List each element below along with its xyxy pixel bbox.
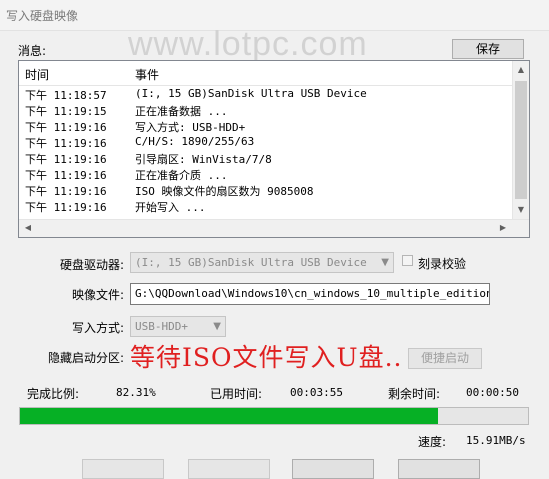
log-row-event: 正在准备数据 ...: [135, 105, 228, 118]
vertical-scrollbar[interactable]: ▲ ▼: [512, 61, 529, 219]
progress-bar: [19, 407, 529, 425]
verify-checkbox[interactable]: [402, 255, 413, 266]
log-row-event: 引导扇区: WinVista/7/8: [135, 153, 272, 166]
messages-label: 消息:: [18, 44, 47, 58]
log-row[interactable]: 下午 11:19:16 写入方式: USB-HDD+: [19, 119, 513, 135]
drive-select[interactable]: (I:, 15 GB)SanDisk Ultra USB Device ▼: [130, 252, 394, 273]
scroll-left-icon[interactable]: ◀: [20, 220, 36, 236]
remaining-label: 剩余时间:: [388, 387, 441, 401]
write-method-value: USB-HDD+: [135, 320, 188, 333]
write-method-label: 写入方式:: [71, 321, 124, 335]
log-row-time: 下午 11:19:16: [25, 185, 107, 198]
column-event[interactable]: 事件: [135, 66, 159, 83]
drive-label: 硬盘驱动器:: [59, 258, 124, 272]
log-row[interactable]: 下午 11:18:57 (I:, 15 GB)SanDisk Ultra USB …: [19, 87, 513, 103]
speed-label: 速度:: [418, 435, 447, 449]
log-row[interactable]: 下午 11:19:16 开始写入 ...: [19, 199, 513, 215]
window-title: 写入硬盘映像: [6, 9, 79, 23]
log-row-time: 下午 11:19:16: [25, 121, 107, 134]
complete-value: 82.31%: [116, 386, 156, 399]
log-row-event: 正在准备介质 ...: [135, 169, 228, 182]
remaining-value: 00:00:50: [466, 386, 519, 399]
log-row[interactable]: 下午 11:19:16 ISO 映像文件的扇区数为 9085008: [19, 183, 513, 199]
horizontal-scrollbar[interactable]: ◀ ▶: [19, 219, 529, 237]
log-row-event: ISO 映像文件的扇区数为 9085008: [135, 185, 314, 198]
log-row-event: C/H/S: 1890/255/63: [135, 135, 255, 148]
log-row-event: 写入方式: USB-HDD+: [135, 121, 246, 134]
image-file-label: 映像文件:: [71, 288, 124, 302]
log-row-time: 下午 11:19:16: [25, 137, 107, 150]
elapsed-value: 00:03:55: [290, 386, 343, 399]
speed-value: 15.91MB/s: [466, 434, 526, 447]
save-button[interactable]: 保存: [452, 39, 524, 59]
log-row-time: 下午 11:19:16: [25, 201, 107, 214]
watermark: www.lotpc.com: [128, 25, 368, 63]
verify-label: 刻录校验: [418, 257, 467, 271]
log-row-time: 下午 11:19:16: [25, 153, 107, 166]
log-row-time: 下午 11:19:15: [25, 105, 107, 118]
log-header: 时间 事件: [19, 61, 513, 86]
complete-label: 完成比例:: [27, 387, 80, 401]
message-log[interactable]: 时间 事件 下午 11:18:57 (I:, 15 GB)SanDisk Ultr…: [18, 60, 530, 238]
scroll-up-icon[interactable]: ▲: [513, 62, 529, 78]
write-button[interactable]: [188, 459, 270, 479]
chevron-down-icon: ▼: [381, 257, 389, 268]
write-method-select[interactable]: USB-HDD+ ▼: [130, 316, 226, 337]
log-row[interactable]: 下午 11:19:16 C/H/S: 1890/255/63: [19, 135, 513, 151]
log-row-time: 下午 11:19:16: [25, 169, 107, 182]
drive-select-value: (I:, 15 GB)SanDisk Ultra USB Device: [135, 256, 367, 269]
hidden-partition-label: 隐藏启动分区:: [47, 351, 124, 365]
format-button[interactable]: [82, 459, 164, 479]
overlay-caption: 等待ISO文件写入U盘..: [130, 343, 403, 372]
log-row[interactable]: 下午 11:19:16 引导扇区: WinVista/7/8: [19, 151, 513, 167]
chevron-down-icon: ▼: [213, 321, 221, 332]
scroll-right-icon[interactable]: ▶: [495, 220, 511, 236]
image-file-field[interactable]: G:\QQDownload\Windows10\cn_windows_10_mu…: [130, 283, 490, 305]
log-row-event: 开始写入 ...: [135, 201, 206, 214]
scroll-thumb[interactable]: [515, 81, 527, 199]
log-row[interactable]: 下午 11:19:15 正在准备数据 ...: [19, 103, 513, 119]
quick-boot-button[interactable]: 便捷启动: [408, 348, 482, 369]
log-row[interactable]: 下午 11:19:16 正在准备介质 ...: [19, 167, 513, 183]
log-row-time: 下午 11:18:57: [25, 89, 107, 102]
log-row-event: (I:, 15 GB)SanDisk Ultra USB Device: [135, 87, 367, 100]
elapsed-label: 已用时间:: [210, 387, 263, 401]
abort-button[interactable]: [292, 459, 374, 479]
column-time[interactable]: 时间: [25, 66, 49, 83]
progress-fill: [20, 408, 439, 424]
scroll-down-icon[interactable]: ▼: [513, 202, 529, 218]
back-button[interactable]: [398, 459, 480, 479]
